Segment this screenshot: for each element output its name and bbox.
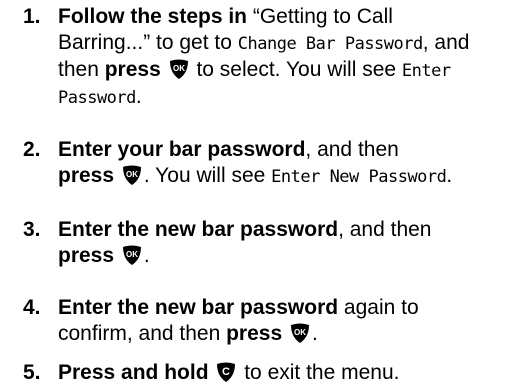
bold-text: press <box>58 244 115 267</box>
svg-text:C: C <box>222 366 230 378</box>
svg-text:OK: OK <box>126 250 138 259</box>
step-line: Follow the steps in “Getting to Call <box>58 4 498 30</box>
text: . You will see <box>143 164 272 187</box>
text: then <box>58 58 105 81</box>
display-text: Change Bar Password <box>237 34 423 54</box>
display-text: Enter New Password <box>271 167 447 187</box>
display-text: Enter <box>401 61 451 81</box>
ok-key-icon: OK <box>121 244 143 266</box>
svg-text:OK: OK <box>126 170 138 179</box>
svg-text:OK: OK <box>294 328 306 337</box>
text: . <box>311 322 318 345</box>
display-text: Password <box>58 88 136 108</box>
text: confirm, and then <box>58 322 227 345</box>
step-number: 3. <box>23 218 41 241</box>
step-number: 5. <box>23 361 41 384</box>
ok-key-icon: OK <box>168 58 190 80</box>
bold-text: press <box>58 164 115 187</box>
step-line: Press and hold C to exit the menu. <box>58 360 498 386</box>
step-line: Password. <box>58 84 498 111</box>
text: again to <box>338 296 419 319</box>
text: , and <box>422 31 470 54</box>
bold-text: Follow the steps in <box>58 5 248 28</box>
step-line: press OK . You will see Enter New Passwor… <box>58 163 498 190</box>
step-line: Enter the new bar password, and then <box>58 217 498 243</box>
step-line: Enter your bar password, and then <box>58 137 498 163</box>
step-text: Follow the steps in “Getting to Call Bar… <box>58 4 498 111</box>
text: . <box>446 164 453 187</box>
bold-text: Enter the new bar password <box>58 296 339 319</box>
text: to exit the menu. <box>238 361 400 384</box>
step-line: Barring...” to get to Change Bar Passwor… <box>58 30 498 57</box>
text: . <box>135 85 142 108</box>
bold-text: Press and hold <box>58 361 209 384</box>
step-line: then press OK to select. You will see En… <box>58 57 498 84</box>
clear-key-icon: C <box>215 361 237 383</box>
step-text: Press and hold C to exit the menu. <box>58 360 498 386</box>
text: “Getting to Call <box>247 5 393 28</box>
text: , and then <box>338 218 432 241</box>
step-line: press OK. <box>58 243 498 269</box>
ok-key-icon: OK <box>289 322 311 344</box>
step-number: 4. <box>23 296 41 319</box>
step-number: 1. <box>23 5 41 28</box>
bold-text: press <box>226 322 283 345</box>
step-text: Enter your bar password, and then press … <box>58 137 498 190</box>
step-text: Enter the new bar password, and then pre… <box>58 217 498 269</box>
text: to select. You will see <box>190 58 402 81</box>
step-line: Enter the new bar password again to <box>58 295 498 321</box>
text: , and then <box>305 138 399 161</box>
step-line: confirm, and then press OK. <box>58 321 498 347</box>
step-number: 2. <box>23 138 41 161</box>
text: Barring...” to get to <box>58 31 238 54</box>
ok-key-icon: OK <box>121 164 143 186</box>
bold-text: press <box>104 58 161 81</box>
bold-text: Enter the new bar password <box>58 218 339 241</box>
svg-text:OK: OK <box>173 64 185 73</box>
step-text: Enter the new bar password again to conf… <box>58 295 498 347</box>
bold-text: Enter your bar password <box>58 138 306 161</box>
text: . <box>143 244 150 267</box>
